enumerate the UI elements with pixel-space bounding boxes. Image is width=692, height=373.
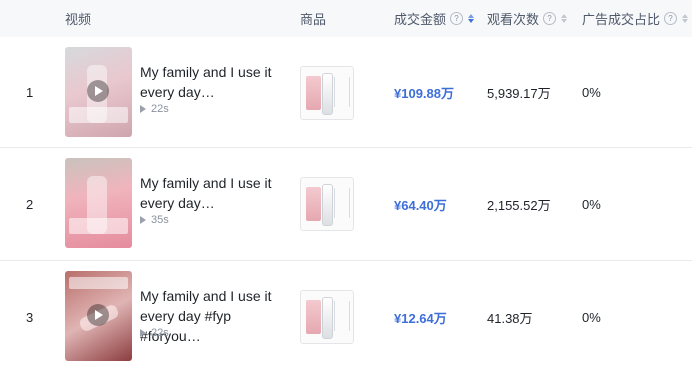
views-sort-icon[interactable] xyxy=(561,14,568,23)
views-value: 5,939.17万 xyxy=(487,85,551,101)
gmv-value: ¥109.88万 xyxy=(394,85,454,101)
ad-ratio-value: 0% xyxy=(582,309,601,325)
product-thumbnail[interactable] xyxy=(300,66,354,120)
play-icon[interactable] xyxy=(87,80,109,102)
duration-play-icon xyxy=(140,329,146,337)
column-header-views[interactable]: 观看次数 ? xyxy=(487,0,568,37)
column-header-gmv-label: 成交金额 xyxy=(394,12,447,27)
play-icon[interactable] xyxy=(87,304,109,326)
thumbnail-caption-strip xyxy=(69,218,128,234)
column-header-gmv[interactable]: 成交金额 ? xyxy=(394,0,475,37)
video-duration-value: 22s xyxy=(151,327,169,339)
duration-play-icon xyxy=(140,216,146,224)
column-header-video: 视频 xyxy=(65,0,91,37)
column-header-ad-ratio-label: 广告成交占比 xyxy=(582,12,661,27)
gmv-value: ¥12.64万 xyxy=(394,310,447,326)
video-thumbnail[interactable] xyxy=(65,158,132,248)
column-header-product: 商品 xyxy=(300,0,326,37)
thumbnail-caption-strip xyxy=(69,107,128,123)
video-title[interactable]: My family and I use it every day… xyxy=(140,62,290,102)
views-help-icon[interactable]: ? xyxy=(543,12,557,25)
ad-ratio-help-icon[interactable]: ? xyxy=(664,12,678,25)
column-header-product-label: 商品 xyxy=(300,12,327,27)
product-thumbnail[interactable] xyxy=(300,290,354,344)
ad-ratio-value: 0% xyxy=(582,84,601,100)
video-duration: 22s xyxy=(140,327,169,339)
video-thumbnail[interactable] xyxy=(65,47,132,137)
table-row[interactable]: 1 My family and I use it every day… 22s … xyxy=(0,37,692,148)
column-header-ad-ratio[interactable]: 广告成交占比 ? xyxy=(582,0,689,37)
rank-number: 3 xyxy=(26,309,34,325)
video-duration-value: 35s xyxy=(151,214,169,226)
product-thumbnail[interactable] xyxy=(300,177,354,231)
ad-ratio-value: 0% xyxy=(582,196,601,212)
table-header: 视频 商品 成交金额 ? 观看次数 ? 广告成交占比 ? xyxy=(0,0,692,37)
video-ranking-table: 视频 商品 成交金额 ? 观看次数 ? 广告成交占比 ? 1 My family… xyxy=(0,0,692,373)
table-row[interactable]: 3 My family and I use it every day #fyp … xyxy=(0,261,692,373)
video-duration: 22s xyxy=(140,103,169,115)
thumbnail-caption-strip xyxy=(69,277,128,289)
gmv-sort-icon[interactable] xyxy=(468,14,475,23)
video-duration: 35s xyxy=(140,214,169,226)
views-value: 2,155.52万 xyxy=(487,197,551,213)
video-duration-value: 22s xyxy=(151,103,169,115)
views-value: 41.38万 xyxy=(487,310,533,326)
video-title[interactable]: My family and I use it every day… xyxy=(140,173,290,213)
ad-ratio-sort-icon[interactable] xyxy=(682,14,689,23)
column-header-video-label: 视频 xyxy=(65,12,92,27)
rank-number: 2 xyxy=(26,196,34,212)
duration-play-icon xyxy=(140,105,146,113)
column-header-views-label: 观看次数 xyxy=(487,12,540,27)
rank-number: 1 xyxy=(26,84,34,100)
table-row[interactable]: 2 My family and I use it every day… 35s … xyxy=(0,148,692,261)
gmv-help-icon[interactable]: ? xyxy=(450,12,464,25)
video-thumbnail[interactable] xyxy=(65,271,132,361)
gmv-value: ¥64.40万 xyxy=(394,197,447,213)
